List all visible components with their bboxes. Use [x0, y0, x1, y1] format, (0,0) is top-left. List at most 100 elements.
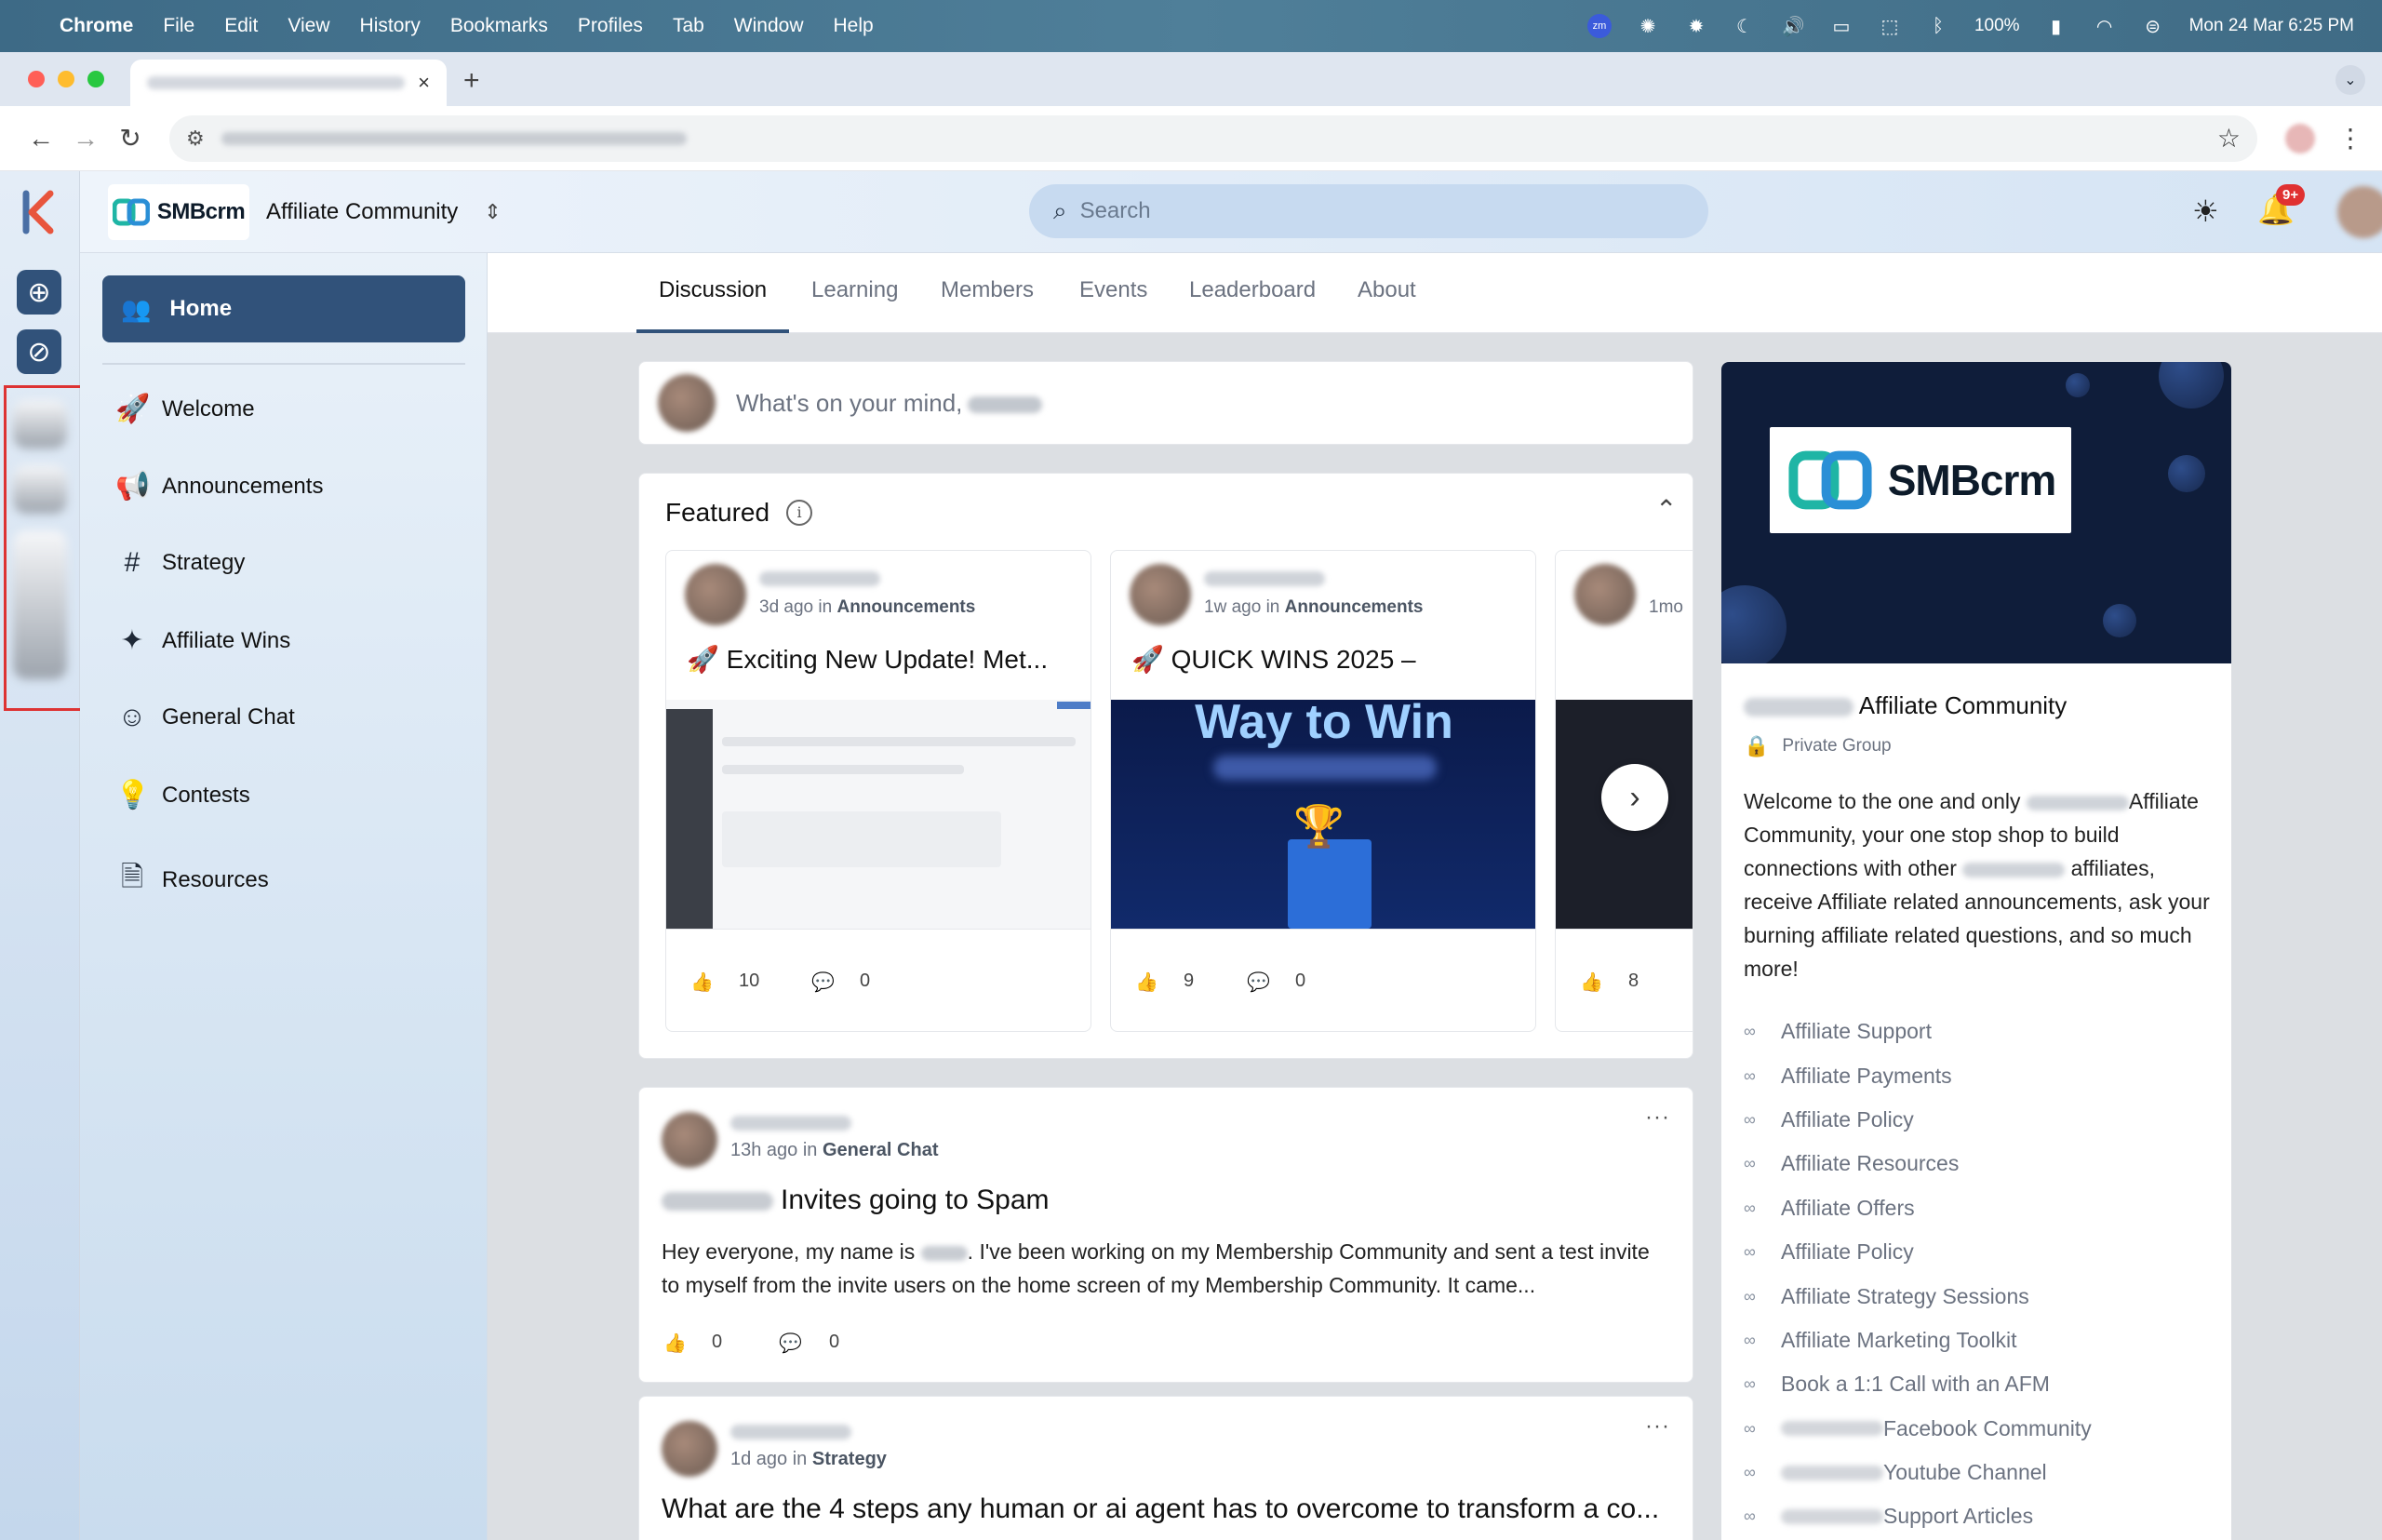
- tab-leaderboard[interactable]: Leaderboard: [1189, 277, 1316, 303]
- comment-icon[interactable]: 💬: [779, 1332, 802, 1355]
- add-community-button[interactable]: ⊕: [17, 270, 61, 315]
- search-input[interactable]: [1079, 198, 1639, 224]
- menu-window[interactable]: Window: [734, 15, 804, 37]
- bluetooth-icon[interactable]: ᛒ: [1926, 16, 1950, 36]
- carousel-next-button[interactable]: ›: [1601, 764, 1668, 831]
- sidebar-item-welcome[interactable]: 🚀 Welcome: [115, 393, 255, 425]
- author-avatar: [1130, 564, 1191, 625]
- tab-members[interactable]: Members: [941, 277, 1034, 303]
- menu-edit[interactable]: Edit: [224, 15, 258, 37]
- chevron-up-icon[interactable]: ⌃: [1655, 494, 1677, 525]
- moon-icon[interactable]: ☾: [1733, 16, 1757, 37]
- menu-view[interactable]: View: [288, 15, 329, 37]
- bookmark-star-icon[interactable]: ☆: [2217, 123, 2241, 154]
- post-title[interactable]: What are the 4 steps any human or ai age…: [662, 1493, 1659, 1525]
- sidebar-item-home[interactable]: 👥 Home: [102, 275, 465, 342]
- display-icon[interactable]: ▭: [1829, 16, 1853, 37]
- control-center-icon[interactable]: ⊜: [2141, 16, 2165, 37]
- more-options-icon[interactable]: ···: [1645, 1413, 1670, 1440]
- about-link[interactable]: ∞ Facebook Community: [1744, 1407, 2218, 1451]
- sidebar-item-general-chat[interactable]: ☺ General Chat: [115, 702, 295, 733]
- sidebar-item-contests[interactable]: 💡 Contests: [115, 779, 250, 811]
- thumbs-up-icon[interactable]: 👍: [663, 1332, 687, 1355]
- clock[interactable]: Mon 24 Mar 6:25 PM: [2189, 16, 2354, 36]
- screen-mirror-icon[interactable]: ⬚: [1878, 16, 1902, 37]
- about-link[interactable]: ∞ Youtube Channel: [1744, 1451, 2218, 1494]
- about-link[interactable]: ∞ Affiliate Payments: [1744, 1053, 2218, 1097]
- user-avatar[interactable]: [2337, 186, 2382, 238]
- about-link[interactable]: ∞ Affiliate Offers: [1744, 1186, 2218, 1230]
- channel-sidebar: 👥 Home 🚀 Welcome 📢 Announcements # Strat…: [80, 253, 488, 1540]
- about-link[interactable]: ∞ Support Articles: [1744, 1494, 2218, 1538]
- menu-tab[interactable]: Tab: [673, 15, 704, 37]
- theme-toggle-sun-icon[interactable]: ☀: [2192, 194, 2219, 229]
- trophy-icon: 🏆: [1293, 804, 1345, 850]
- maximize-window-button[interactable]: [87, 71, 104, 87]
- about-link[interactable]: ∞ Affiliate Resources: [1744, 1142, 2218, 1185]
- menu-app-name[interactable]: Chrome: [60, 15, 133, 37]
- sidebar-item-resources[interactable]: 🗎 Resources: [115, 856, 269, 904]
- comment-icon[interactable]: 💬: [811, 971, 835, 994]
- feed-post[interactable]: 1d ago in Strategy ··· What are the 4 st…: [638, 1396, 1693, 1540]
- about-link[interactable]: ∞ Book a 1:1 Call with an AFM: [1744, 1362, 2218, 1406]
- post-title[interactable]: Invites going to Spam: [662, 1185, 1050, 1216]
- composer-placeholder[interactable]: What's on your mind,: [736, 389, 1043, 418]
- thumbs-up-icon[interactable]: 👍: [690, 971, 714, 994]
- minimize-window-button[interactable]: [58, 71, 74, 87]
- tab-discussion[interactable]: Discussion: [659, 277, 767, 303]
- sidebar-item-label: Home: [169, 296, 233, 321]
- about-link[interactable]: ∞ Affiliate Strategy Sessions: [1744, 1274, 2218, 1318]
- feed-post[interactable]: 13h ago in General Chat ··· Invites goin…: [638, 1087, 1693, 1383]
- tab-about[interactable]: About: [1358, 277, 1416, 303]
- app-logo-icon[interactable]: [17, 190, 61, 234]
- post-composer[interactable]: What's on your mind,: [638, 361, 1693, 445]
- about-link[interactable]: ∞ Affiliate Policy: [1744, 1098, 2218, 1142]
- menu-history[interactable]: History: [360, 15, 421, 37]
- volume-icon[interactable]: 🔊: [1781, 16, 1805, 37]
- featured-card[interactable]: 1w ago in Announcements 🚀 QUICK WINS 202…: [1110, 550, 1536, 1032]
- zoom-icon[interactable]: zm: [1586, 14, 1612, 38]
- about-link[interactable]: ∞ Affiliate Support: [1744, 1010, 2218, 1053]
- tab-learning[interactable]: Learning: [811, 277, 898, 303]
- link-icon: ∞: [1744, 1374, 1756, 1394]
- browser-tab-active[interactable]: ×: [130, 60, 447, 106]
- search-bar[interactable]: ⌕: [1029, 184, 1708, 238]
- sidebar-item-label: Welcome: [162, 395, 255, 422]
- close-tab-icon[interactable]: ×: [418, 71, 430, 95]
- reload-icon[interactable]: ↻: [108, 123, 153, 154]
- featured-card[interactable]: 3d ago in Announcements 🚀 Exciting New U…: [665, 550, 1091, 1032]
- close-window-button[interactable]: [28, 71, 45, 87]
- about-link[interactable]: ∞ Affiliate Policy: [1744, 1230, 2218, 1274]
- menu-file[interactable]: File: [163, 15, 194, 37]
- explore-compass-button[interactable]: ⊘: [17, 329, 61, 374]
- more-options-icon[interactable]: ···: [1645, 1105, 1670, 1131]
- forward-icon[interactable]: →: [63, 124, 108, 154]
- sidebar-item-announcements[interactable]: 📢 Announcements: [115, 470, 323, 502]
- featured-post-title[interactable]: 🚀 QUICK WINS 2025 –: [1131, 644, 1416, 675]
- community-switcher-icon[interactable]: ⇕: [484, 200, 501, 224]
- wifi-icon[interactable]: ◠: [2093, 16, 2117, 37]
- menu-profiles[interactable]: Profiles: [578, 15, 643, 37]
- about-link[interactable]: ∞ Affiliate Marketing Toolkit: [1744, 1319, 2218, 1362]
- brightness-icon[interactable]: ✹: [1684, 16, 1708, 37]
- openai-icon[interactable]: ✺: [1636, 16, 1660, 37]
- thumbs-up-icon[interactable]: 👍: [1580, 971, 1603, 994]
- tab-events[interactable]: Events: [1079, 277, 1147, 303]
- site-settings-icon[interactable]: ⚙: [186, 127, 205, 151]
- battery-icon[interactable]: ▮: [2044, 16, 2068, 37]
- new-tab-button[interactable]: +: [463, 65, 480, 97]
- info-icon[interactable]: i: [786, 500, 812, 526]
- address-bar[interactable]: ⚙ ☆: [169, 114, 2257, 162]
- comment-icon[interactable]: 💬: [1247, 971, 1270, 994]
- sidebar-item-strategy[interactable]: # Strategy: [115, 547, 246, 579]
- thumbs-up-icon[interactable]: 👍: [1135, 971, 1158, 994]
- browser-menu-icon[interactable]: ⋮: [2337, 123, 2363, 154]
- menu-bookmarks[interactable]: Bookmarks: [450, 15, 548, 37]
- menu-help[interactable]: Help: [834, 15, 874, 37]
- featured-post-title[interactable]: 🚀 Exciting New Update! Met...: [687, 644, 1048, 675]
- brand-logo[interactable]: SMBcrm: [108, 183, 249, 240]
- browser-profile-avatar[interactable]: [2285, 123, 2315, 154]
- sidebar-item-affiliate-wins[interactable]: ✦ Affiliate Wins: [115, 624, 290, 657]
- back-icon[interactable]: ←: [19, 124, 63, 154]
- tab-search-chevron-icon[interactable]: ⌄: [2335, 65, 2365, 95]
